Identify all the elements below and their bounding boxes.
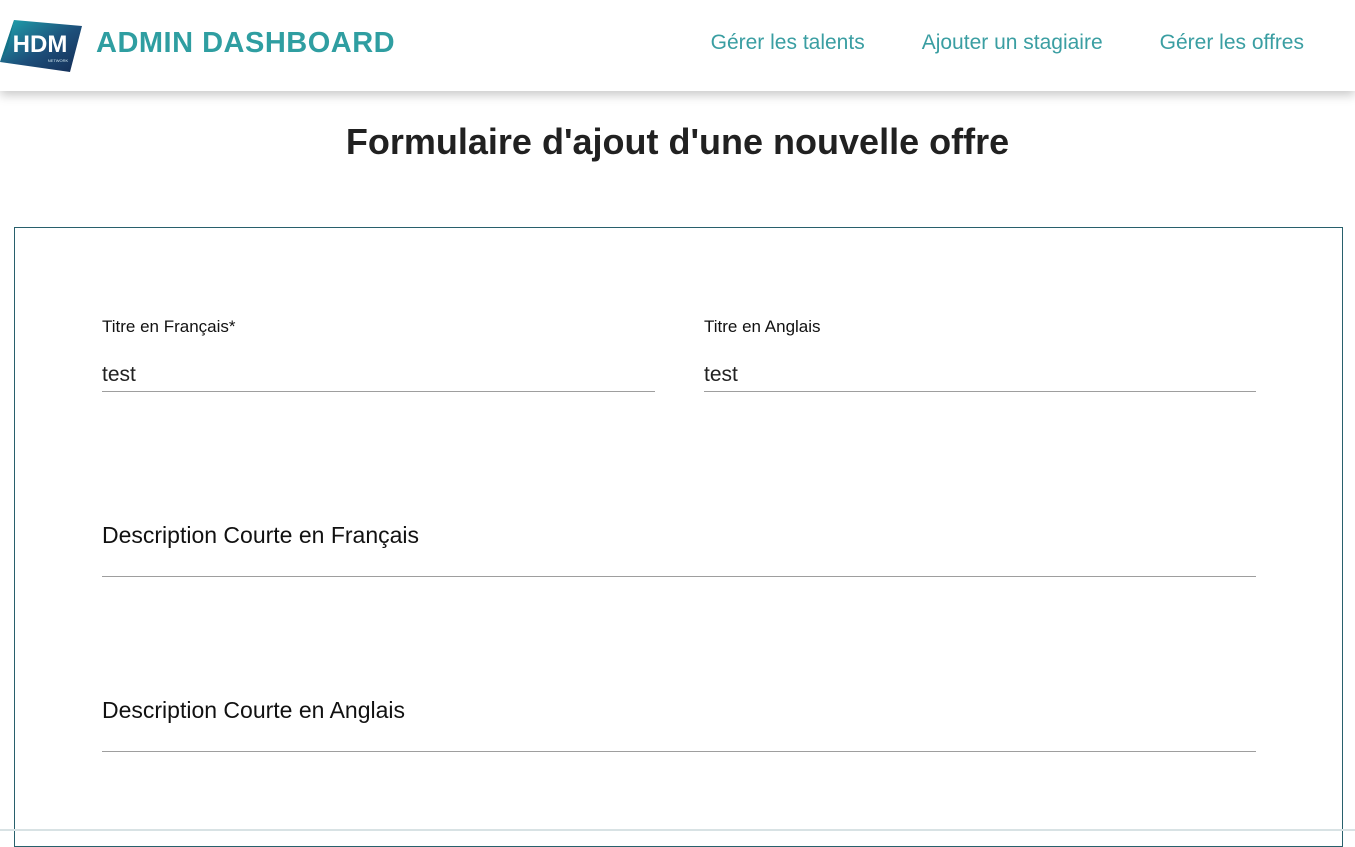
page-title: Formulaire d'ajout d'une nouvelle offre	[345, 121, 1010, 162]
short-desc-fr-field: Description Courte en Français	[102, 522, 1256, 577]
title-fr-label: Titre en Français*	[102, 317, 236, 336]
new-offer-form: Titre en Français* Titre en Anglais Desc…	[14, 227, 1343, 847]
short-desc-fr-input[interactable]	[102, 522, 1256, 577]
top-navbar: HDM NETWORK ADMIN DASHBOARD Gérer les ta…	[0, 0, 1355, 91]
main-nav: Gérer les talents Ajouter un stagiaire G…	[711, 31, 1304, 55]
title-en-label: Titre en Anglais	[704, 317, 821, 336]
svg-text:NETWORK: NETWORK	[48, 58, 69, 63]
dashboard-title: ADMIN DASHBOARD	[96, 27, 396, 59]
short-desc-en-input[interactable]	[102, 697, 1256, 752]
title-en-input[interactable]	[704, 359, 1256, 392]
svg-text:HDM: HDM	[13, 31, 68, 58]
nav-add-intern[interactable]: Ajouter un stagiaire	[922, 31, 1103, 55]
short-desc-en-field: Description Courte en Anglais	[102, 697, 1256, 752]
title-en-field: Titre en Anglais	[704, 317, 1256, 392]
nav-manage-talents[interactable]: Gérer les talents	[711, 31, 865, 55]
nav-manage-offers[interactable]: Gérer les offres	[1160, 31, 1304, 55]
hdm-logo[interactable]: HDM NETWORK	[0, 18, 82, 78]
title-fr-input[interactable]	[102, 359, 655, 392]
title-fr-field: Titre en Français*	[102, 317, 655, 392]
